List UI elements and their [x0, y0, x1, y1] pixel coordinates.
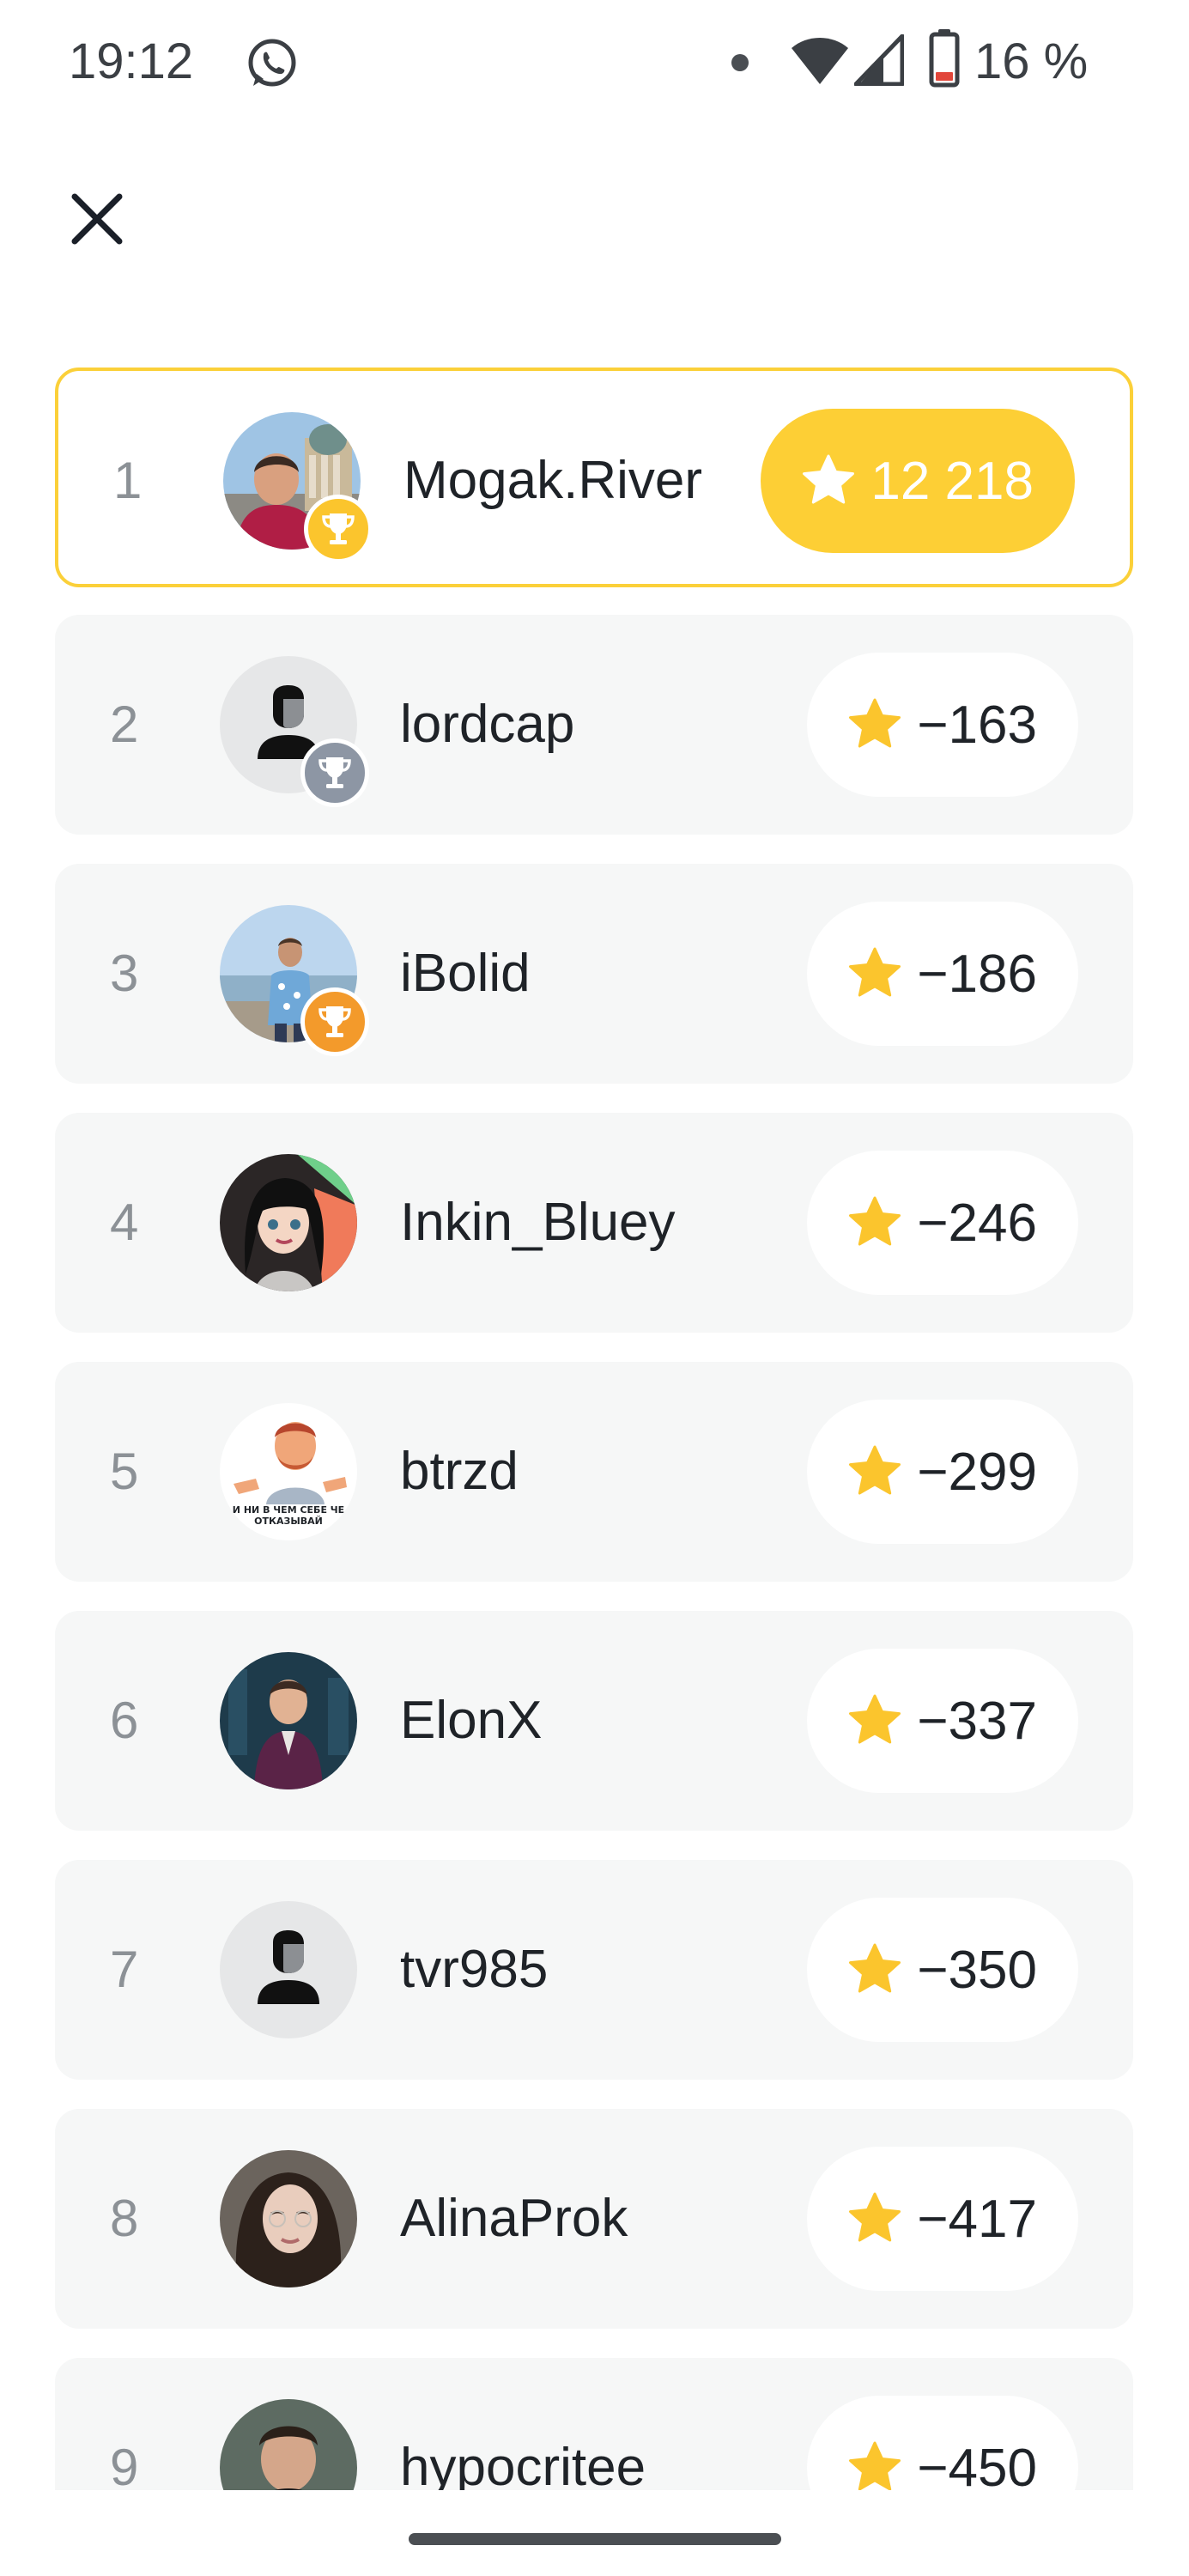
wifi-icon: [790, 33, 850, 86]
gold-trophy-badge: [304, 495, 373, 563]
rank-number: 8: [110, 2190, 139, 2247]
score-badge: −186: [807, 902, 1078, 1046]
username: tvr985: [400, 1940, 549, 1999]
star-icon: [849, 1445, 901, 1495]
leaderboard-row[interactable]: 8 AlinaProk −417: [55, 2109, 1133, 2329]
username: iBolid: [400, 944, 531, 1003]
user-avatar[interactable]: И НИ В ЧЕМ СЕБЕ ЧЕ ОТКАЗЫВАЙ: [220, 1403, 357, 1540]
star-icon: [849, 1694, 901, 1744]
dot-icon: [731, 54, 749, 71]
score-value: −350: [917, 1940, 1037, 2000]
rank-number: 2: [110, 696, 139, 753]
bronze-trophy-badge: [300, 987, 369, 1056]
score-value: −163: [917, 695, 1037, 755]
status-bar: 19:12 16 %: [0, 0, 1189, 129]
username: ElonX: [400, 1691, 543, 1750]
rank-number: 7: [110, 1941, 139, 1998]
score-value: −417: [917, 2189, 1037, 2249]
star-icon: [849, 1943, 901, 1993]
user-avatar[interactable]: [220, 1154, 357, 1291]
score-badge: −299: [807, 1400, 1078, 1544]
rank-number: 3: [110, 945, 139, 1002]
leaderboard-list[interactable]: 1 Mogak.River 12 218 2 lordcap −163 3 iB…: [55, 368, 1133, 2490]
battery-percentage: 16 %: [974, 33, 1089, 89]
star-icon: [849, 1196, 901, 1246]
score-value: −299: [917, 1442, 1037, 1502]
username: hypocritee: [400, 2438, 646, 2490]
rank-number: 4: [110, 1194, 139, 1251]
leaderboard-row[interactable]: 5 И НИ В ЧЕМ СЕБЕ ЧЕ ОТКАЗЫВАЙ btrzd −29…: [55, 1362, 1133, 1582]
close-icon: [71, 193, 123, 245]
star-icon: [849, 947, 901, 997]
score-badge: 12 218: [761, 409, 1075, 553]
home-indicator[interactable]: [409, 2533, 781, 2545]
status-time: 19:12: [69, 33, 194, 89]
leaderboard-row[interactable]: 9 hypocritee −450: [55, 2358, 1133, 2490]
star-icon: [849, 2192, 901, 2242]
star-icon: [849, 2441, 901, 2490]
battery-icon: [929, 29, 960, 88]
score-value: 12 218: [871, 451, 1034, 511]
rank-number: 5: [110, 1443, 139, 1500]
leaderboard-row[interactable]: 4 Inkin_Bluey −246: [55, 1113, 1133, 1333]
leaderboard-row[interactable]: 1 Mogak.River 12 218: [55, 368, 1133, 587]
username: AlinaProk: [400, 2189, 628, 2248]
star-icon: [803, 454, 855, 504]
user-avatar[interactable]: [220, 2150, 357, 2287]
rank-number: 9: [110, 2439, 139, 2490]
score-badge: −450: [807, 2396, 1078, 2490]
score-badge: −417: [807, 2147, 1078, 2291]
score-badge: −337: [807, 1649, 1078, 1793]
whatsapp-icon: [245, 36, 300, 91]
star-icon: [849, 698, 901, 748]
score-badge: −246: [807, 1151, 1078, 1295]
trophy-icon: [318, 757, 351, 788]
score-value: −337: [917, 1691, 1037, 1751]
score-value: −186: [917, 944, 1037, 1004]
trophy-icon: [322, 513, 355, 544]
default-avatar[interactable]: [220, 1901, 357, 2038]
leaderboard-row[interactable]: 3 iBolid −186: [55, 864, 1133, 1084]
score-badge: −350: [807, 1898, 1078, 2042]
score-value: −246: [917, 1193, 1037, 1253]
trophy-icon: [318, 1006, 351, 1037]
signal-icon: [853, 33, 905, 87]
rank-number: 6: [110, 1692, 139, 1749]
username: Mogak.River: [403, 451, 702, 510]
leaderboard-row[interactable]: 6 ElonX −337: [55, 1611, 1133, 1831]
leaderboard-row[interactable]: 7 tvr985 −350: [55, 1860, 1133, 2080]
silver-trophy-badge: [300, 738, 369, 807]
score-badge: −163: [807, 653, 1078, 797]
username: Inkin_Bluey: [400, 1193, 676, 1252]
sticker-caption: И НИ В ЧЕМ СЕБЕ ЧЕ ОТКАЗЫВАЙ: [232, 1504, 345, 1527]
username: btrzd: [400, 1442, 519, 1501]
close-button[interactable]: [60, 182, 134, 256]
rank-number: 1: [113, 452, 143, 509]
leaderboard-row[interactable]: 2 lordcap −163: [55, 615, 1133, 835]
user-avatar[interactable]: [220, 1652, 357, 1789]
user-avatar[interactable]: [220, 2399, 357, 2490]
score-value: −450: [917, 2438, 1037, 2491]
username: lordcap: [400, 695, 575, 754]
